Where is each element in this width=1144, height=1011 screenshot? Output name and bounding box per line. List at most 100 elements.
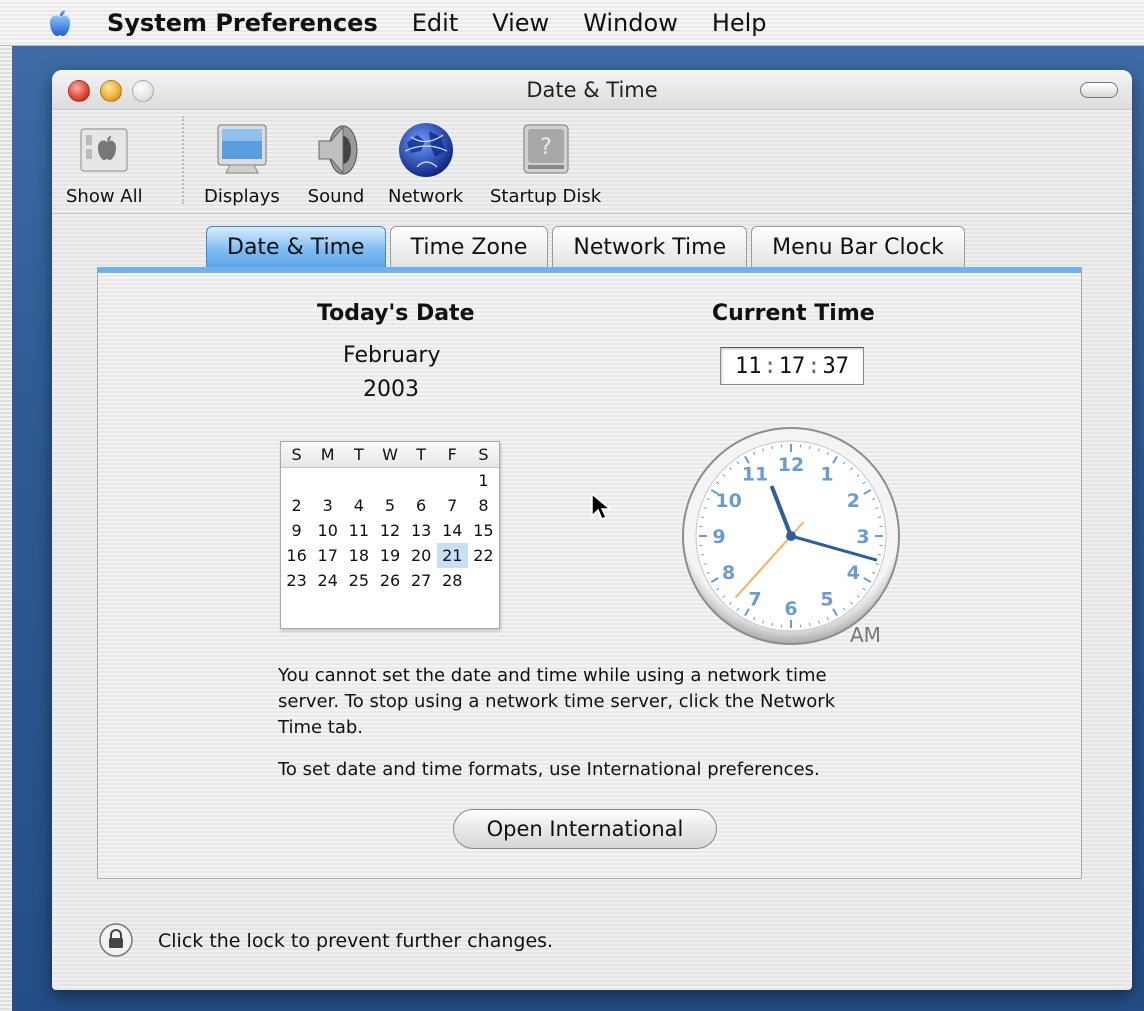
calendar-day[interactable]: 9 <box>281 518 312 543</box>
weekday-label: T <box>416 445 427 464</box>
window-title: Date & Time <box>526 78 658 102</box>
calendar-day[interactable]: 16 <box>281 543 312 568</box>
calendar-day[interactable]: 20 <box>406 543 437 568</box>
clock-number: 10 <box>715 490 741 512</box>
calendar-day[interactable]: 13 <box>406 518 437 543</box>
clock-tick <box>771 622 773 627</box>
preferences-window: Date & Time Show All Displays Sound Netw… <box>52 70 1132 990</box>
calendar-day[interactable]: 15 <box>468 518 499 543</box>
calendar-day[interactable]: 19 <box>374 543 405 568</box>
open-international-button[interactable]: Open International <box>453 809 717 849</box>
title-bar[interactable]: Date & Time <box>52 70 1132 110</box>
calendar-day <box>343 468 374 493</box>
calendar[interactable]: S M T W T F S 1 2 3 4 5 6 7 8 9 10 11 12 13 14 15 16 17 1… <box>280 441 500 629</box>
calendar-grid: 1 2 3 4 5 6 7 8 9 10 11 12 13 14 15 16 17 18 19 20 21 22 23 24 2… <box>281 468 499 593</box>
clock-number: 7 <box>748 588 761 610</box>
calendar-day[interactable]: 22 <box>468 543 499 568</box>
toolbar-toggle-button[interactable] <box>1080 82 1118 98</box>
display-icon <box>212 120 272 180</box>
calendar-day[interactable]: 18 <box>343 543 374 568</box>
clock-tick <box>700 554 705 556</box>
notice-line: Time tab. <box>278 717 364 738</box>
am-pm-label: AM <box>850 623 881 647</box>
calendar-day[interactable]: 1 <box>468 468 499 493</box>
toolbar-separator <box>182 116 184 204</box>
tab-bar: Date & Time Time Zone Network Time Menu … <box>206 226 965 268</box>
clock-number: 1 <box>820 464 833 486</box>
notice-line: You cannot set the date and time while u… <box>278 665 827 686</box>
formats-notice: To set date and time formats, use Intern… <box>278 759 820 780</box>
toolbar-label: Network <box>388 186 464 207</box>
toolbar-show-all[interactable]: Show All <box>66 120 143 207</box>
calendar-day <box>312 468 343 493</box>
calendar-day-selected[interactable]: 21 <box>436 543 468 568</box>
tab-time-zone[interactable]: Time Zone <box>389 226 549 268</box>
menu-view[interactable]: View <box>492 9 549 37</box>
network-time-notice: You cannot set the date and time while u… <box>278 663 835 741</box>
calendar-day <box>406 468 437 493</box>
calendar-day <box>374 468 405 493</box>
toolbar-startup-disk[interactable]: ? Startup Disk <box>490 120 601 207</box>
menu-help[interactable]: Help <box>712 9 767 37</box>
lock-icon[interactable] <box>98 922 134 958</box>
calendar-day[interactable]: 25 <box>343 568 374 593</box>
current-time-heading: Current Time <box>712 301 875 326</box>
calendar-day[interactable]: 5 <box>374 493 405 518</box>
calendar-day[interactable]: 8 <box>468 493 499 518</box>
calendar-day[interactable]: 23 <box>281 568 312 593</box>
analog-clock: 12 12 3 45 6 78 9 1011 <box>682 427 900 645</box>
clock-number: 9 <box>712 526 725 548</box>
clock-number: 11 <box>742 464 768 486</box>
tab-date-time[interactable]: Date & Time <box>206 226 386 268</box>
clock-tick <box>700 516 705 518</box>
toolbar-network[interactable]: Network <box>388 120 463 207</box>
time-hours[interactable]: 11 <box>735 354 762 379</box>
apple-menu-icon[interactable] <box>45 8 75 38</box>
clock-number: 2 <box>847 490 860 512</box>
calendar-day[interactable]: 12 <box>374 518 405 543</box>
clock-tick <box>809 445 811 450</box>
calendar-day[interactable]: 2 <box>281 493 312 518</box>
weekday-label: S <box>291 445 302 464</box>
clock-tick <box>809 622 811 627</box>
toolbar-sound[interactable]: Sound <box>306 120 366 207</box>
desktop-strip <box>0 46 12 1011</box>
time-minutes[interactable]: 17 <box>779 354 806 379</box>
mouse-cursor-icon <box>591 492 612 521</box>
calendar-day[interactable]: 6 <box>406 493 437 518</box>
calendar-day[interactable]: 4 <box>343 493 374 518</box>
clock-number: 6 <box>784 598 797 620</box>
calendar-day[interactable]: 10 <box>312 518 343 543</box>
toolbar-displays[interactable]: Displays <box>204 120 280 207</box>
clock-number: 8 <box>722 562 735 584</box>
time-field[interactable]: 11 : 17 : 37 <box>720 347 864 385</box>
calendar-day[interactable]: 24 <box>312 568 343 593</box>
svg-text:?: ? <box>540 135 552 160</box>
clock-tick <box>771 445 773 450</box>
calendar-day[interactable]: 28 <box>437 568 468 593</box>
time-seconds[interactable]: 37 <box>823 354 850 379</box>
calendar-day[interactable]: 3 <box>312 493 343 518</box>
date-time-panel: Today's Date Current Time February 2003 … <box>97 267 1082 879</box>
calendar-day[interactable]: 14 <box>437 518 468 543</box>
menu-window[interactable]: Window <box>583 9 678 37</box>
weekday-label: T <box>353 445 364 464</box>
calendar-day[interactable]: 17 <box>312 543 343 568</box>
calendar-day[interactable]: 11 <box>343 518 374 543</box>
weekday-label: S <box>478 445 489 464</box>
tab-menu-bar-clock[interactable]: Menu Bar Clock <box>751 226 965 268</box>
calendar-day <box>437 468 468 493</box>
toolbar-label: Displays <box>204 186 280 207</box>
tab-network-time[interactable]: Network Time <box>552 226 748 268</box>
clock-tick <box>877 516 882 518</box>
clock-tick <box>877 554 882 556</box>
calendar-header: S M T W T F S <box>281 442 499 468</box>
menu-edit[interactable]: Edit <box>412 9 458 37</box>
lock-message: Click the lock to prevent further change… <box>158 930 554 952</box>
menu-app-name[interactable]: System Preferences <box>107 9 378 37</box>
calendar-day[interactable]: 26 <box>374 568 405 593</box>
calendar-day[interactable]: 7 <box>437 493 468 518</box>
calendar-day[interactable]: 27 <box>406 568 437 593</box>
toolbar-label: Startup Disk <box>490 186 602 207</box>
weekday-label: W <box>382 445 398 464</box>
